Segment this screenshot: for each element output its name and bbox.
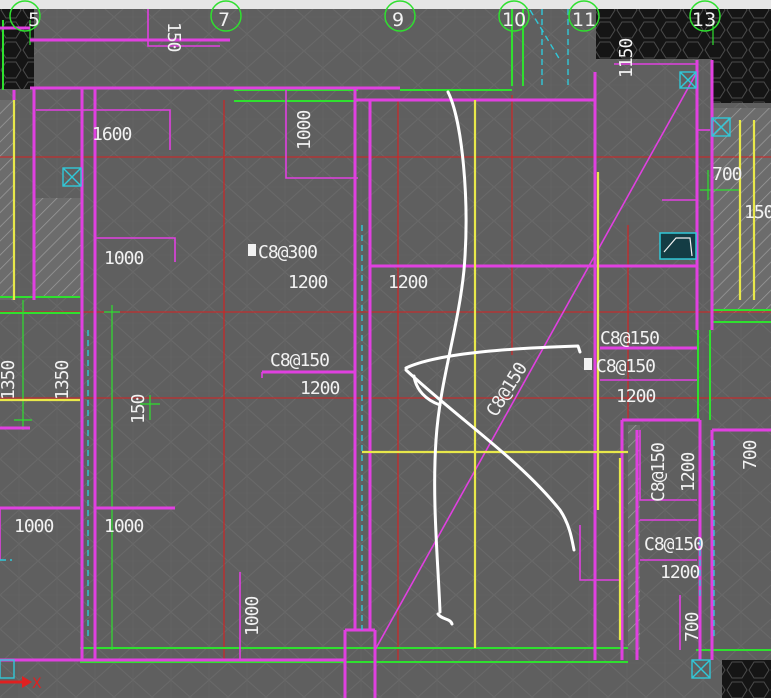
dimension-label: 1200 xyxy=(616,386,656,407)
dimension-label: 1000 xyxy=(242,596,263,636)
structural-plan-drawing[interactable]: 5 7 9 10 11 13 150 1150 1600 1000 1000 1… xyxy=(0,0,771,698)
cad-viewport[interactable]: 5 7 9 10 11 13 150 1150 1600 1000 1000 1… xyxy=(0,0,771,698)
axis-x-label: X xyxy=(32,676,42,692)
equipment-symbol xyxy=(659,232,697,260)
dimension-label: 1200 xyxy=(678,452,699,492)
clipped-dimension-label: 150 xyxy=(163,22,184,52)
grid-axis-label: 7 xyxy=(218,9,230,31)
grid-axis-label: 11 xyxy=(572,9,596,31)
dimension-label: 1000 xyxy=(14,516,54,537)
dark-area-bottom-right xyxy=(722,660,771,698)
rebar-label: C8@150 xyxy=(596,356,655,377)
dimension-label: 1350 xyxy=(0,360,19,400)
dimension-label: 1200 xyxy=(388,272,428,293)
rebar-label: C8@150 xyxy=(644,534,703,555)
rebar-label: C8@150 xyxy=(270,350,329,371)
grid-axis-label: 5 xyxy=(28,9,40,31)
grid-axis-label: 10 xyxy=(502,9,526,31)
dimension-label: 1000 xyxy=(104,516,144,537)
clipped-dimension-label: 1150 xyxy=(616,38,637,78)
dimension-label: 150 xyxy=(744,202,771,223)
grid-axis-label: 13 xyxy=(692,9,716,31)
rebar-label: C8@300 xyxy=(258,242,317,263)
grid-axis-label: 9 xyxy=(392,9,404,31)
hatched-wall-left xyxy=(0,100,14,300)
dimension-label: 1200 xyxy=(288,272,328,293)
hatched-wall-left-2 xyxy=(34,198,82,298)
dimension-label: 1350 xyxy=(52,360,73,400)
dimension-label: 700 xyxy=(682,612,703,642)
dimension-label: 150 xyxy=(128,394,149,424)
dimension-label: 1000 xyxy=(294,110,315,150)
dimension-label: 1000 xyxy=(104,248,144,269)
dimension-label: 700 xyxy=(712,164,742,185)
dimension-label: 1200 xyxy=(300,378,340,399)
rebar-label: C8@150 xyxy=(648,443,669,502)
dimension-label: 1200 xyxy=(660,562,700,583)
rebar-label: C8@150 xyxy=(600,328,659,349)
dimension-label: 1600 xyxy=(92,124,132,145)
dimension-label: 700 xyxy=(740,440,761,470)
top-edge-strip xyxy=(0,0,771,9)
dark-area-right xyxy=(712,9,771,103)
